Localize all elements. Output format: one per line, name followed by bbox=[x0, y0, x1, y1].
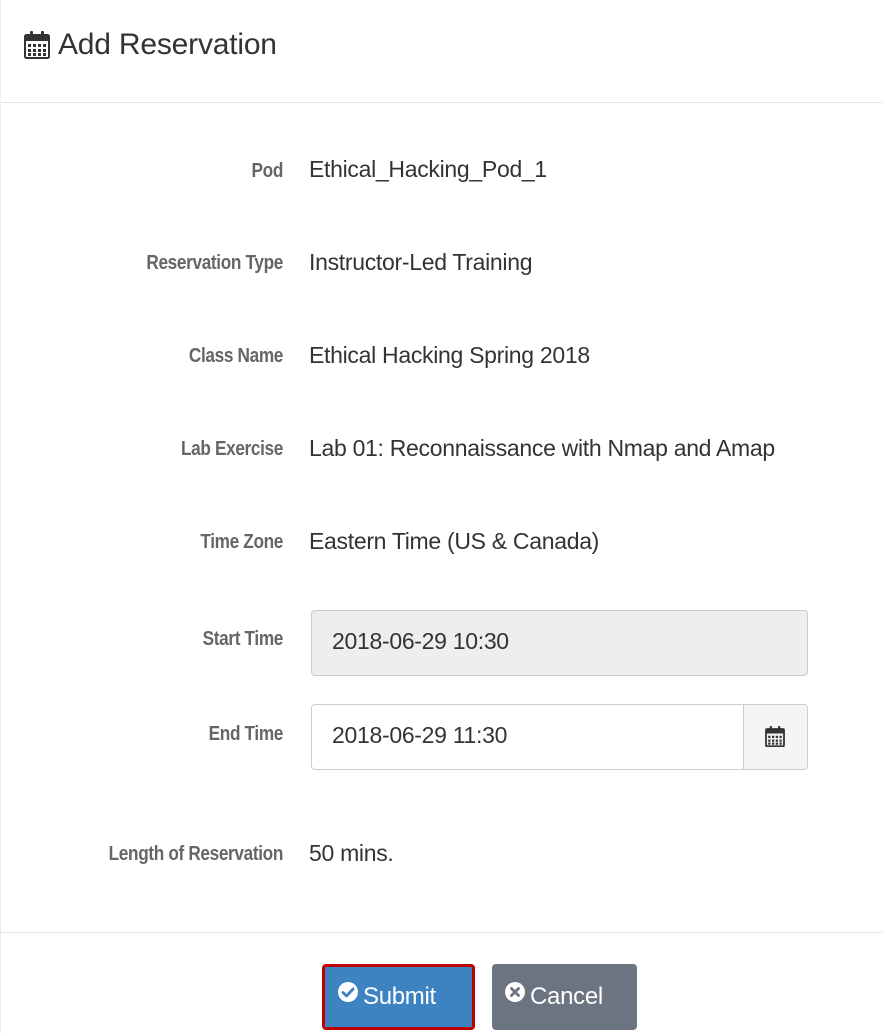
submit-button[interactable]: Submit bbox=[322, 964, 475, 1030]
reservation-type-value: Instructor-Led Training bbox=[309, 249, 533, 275]
submit-label: Submit bbox=[363, 983, 436, 1010]
modal-body: Pod Ethical_Hacking_Pod_1 Reservation Ty… bbox=[0, 104, 883, 932]
class-name-label: Class Name bbox=[188, 345, 283, 367]
pod-value: Ethical_Hacking_Pod_1 bbox=[309, 156, 547, 182]
reservation-type-label: Reservation Type bbox=[146, 252, 283, 274]
times-circle-icon bbox=[504, 963, 526, 1029]
cancel-label: Cancel bbox=[530, 983, 603, 1010]
time-zone-label: Time Zone bbox=[200, 531, 283, 553]
page-title: Add Reservation bbox=[58, 28, 277, 61]
pod-label: Pod bbox=[251, 160, 284, 182]
check-circle-icon bbox=[337, 966, 359, 1026]
calendar-icon bbox=[765, 726, 785, 747]
start-time-label: Start Time bbox=[202, 628, 284, 650]
time-zone-value: Eastern Time (US & Canada) bbox=[309, 528, 600, 554]
calendar-icon bbox=[24, 31, 50, 59]
lab-exercise-label: Lab Exercise bbox=[180, 438, 283, 460]
start-time-value: 2018-06-29 10:30 bbox=[332, 628, 509, 654]
end-time-picker-button[interactable] bbox=[743, 705, 807, 769]
length-of-reservation-label: Length of Reservation bbox=[108, 843, 284, 865]
start-time-input: 2018-06-29 10:30 bbox=[311, 610, 808, 676]
length-of-reservation-value: 50 mins. bbox=[309, 840, 394, 866]
end-time-input[interactable]: 2018-06-29 11:30 bbox=[311, 704, 808, 770]
modal-footer: Submit Cancel bbox=[0, 932, 883, 1033]
add-reservation-modal: Add Reservation Pod Ethical_Hacking_Pod_… bbox=[0, 0, 883, 1033]
cancel-button[interactable]: Cancel bbox=[492, 964, 637, 1030]
class-name-value: Ethical Hacking Spring 2018 bbox=[309, 342, 590, 368]
lab-exercise-value: Lab 01: Reconnaissance with Nmap and Ama… bbox=[309, 435, 775, 461]
modal-header: Add Reservation bbox=[0, 0, 883, 103]
end-time-label: End Time bbox=[208, 723, 284, 745]
end-time-value: 2018-06-29 11:30 bbox=[332, 722, 508, 748]
